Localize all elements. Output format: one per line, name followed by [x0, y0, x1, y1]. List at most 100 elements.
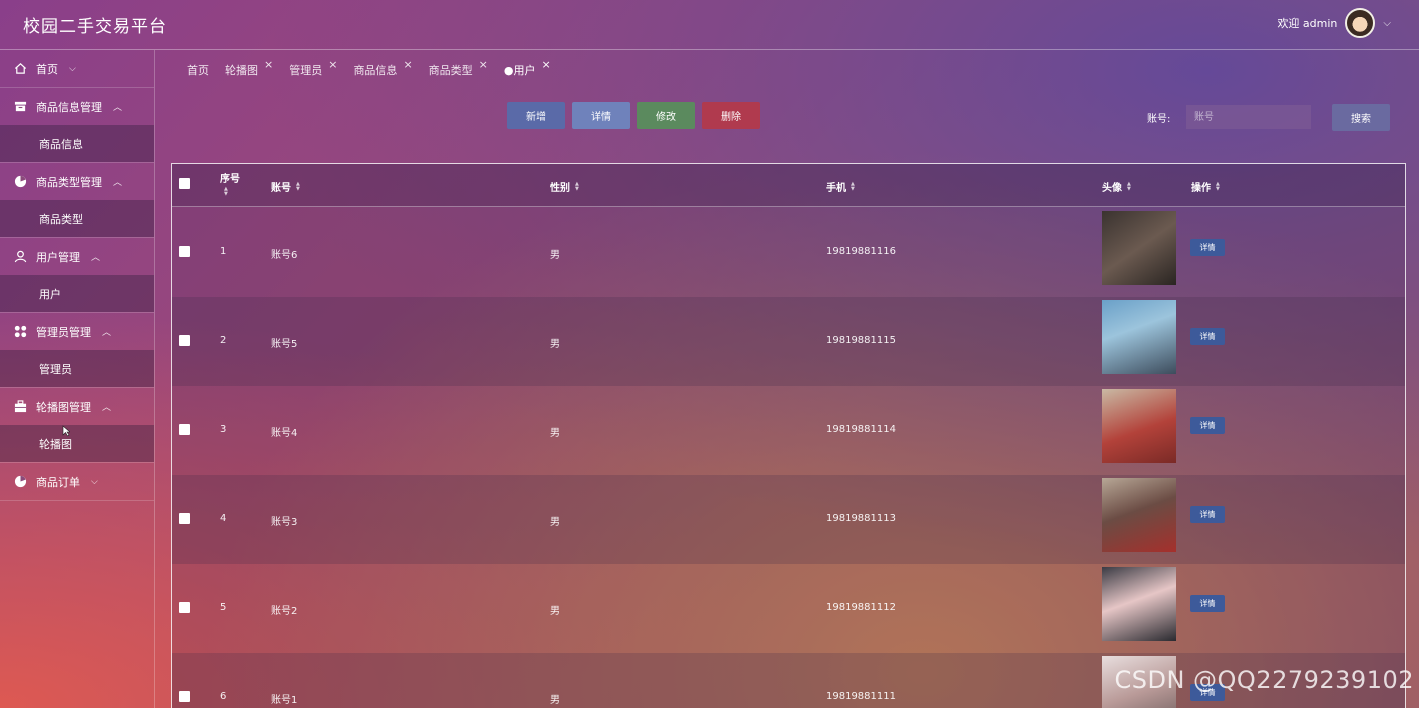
column-header-gender[interactable]: 性别 ▲ ▼: [550, 179, 579, 194]
sidebar-subitem-carousel[interactable]: 轮播图: [0, 425, 154, 462]
sidebar-item-carousel-mgmt[interactable]: 轮播图管理 ︿: [0, 388, 154, 425]
sidebar-subitem-goods-type[interactable]: 商品类型: [0, 200, 154, 237]
table-row[interactable]: 1 账号6 男 19819881116 详情: [172, 208, 1405, 297]
row-detail-button[interactable]: 详情: [1190, 595, 1225, 612]
cell-index: 6: [220, 691, 227, 702]
cell-gender: 男: [550, 606, 560, 617]
menu-group-home: 首页 ⌵: [0, 50, 154, 88]
chevron-down-icon: ⌵: [91, 476, 98, 487]
column-header-avatar[interactable]: 头像 ▲ ▼: [1102, 179, 1131, 194]
tab-home[interactable]: 首页: [187, 62, 209, 78]
sidebar: 首页 ⌵ 商品信息管理 ︿ 商品信息 商品类型管理 ︿ 商品类型 用户管理 ︿ …: [0, 50, 155, 708]
column-header-account[interactable]: 账号 ▲ ▼: [271, 179, 300, 194]
sort-icon[interactable]: ▲ ▼: [224, 187, 228, 197]
cell-phone: 19819881113: [826, 513, 896, 524]
cell-gender: 男: [550, 428, 560, 439]
sort-icon[interactable]: ▲ ▼: [296, 181, 300, 192]
sidebar-item-home[interactable]: 首页 ⌵: [0, 50, 154, 87]
avatar-photo: [1102, 478, 1176, 552]
menu-group-carousel: 轮播图管理 ︿ 轮播图: [0, 388, 154, 463]
sidebar-item-label: 管理员管理: [36, 325, 91, 339]
cell-account: 账号2: [271, 606, 298, 617]
sidebar-item-goods-info-mgmt[interactable]: 商品信息管理 ︿: [0, 88, 154, 125]
sidebar-item-label: 用户管理: [36, 250, 80, 264]
row-detail-button[interactable]: 详情: [1190, 328, 1225, 345]
account-search-input[interactable]: [1186, 105, 1311, 129]
tab-goods-type[interactable]: 商品类型 ×: [429, 58, 488, 78]
chevron-down-icon: ⌵: [69, 63, 76, 74]
table-row[interactable]: 5 账号2 男 19819881112 详情: [172, 564, 1405, 653]
close-icon[interactable]: ×: [403, 58, 412, 71]
row-checkbox[interactable]: [179, 513, 190, 524]
sort-icon[interactable]: ▲ ▼: [575, 181, 579, 192]
table-row[interactable]: 2 账号5 男 19819881115 详情: [172, 297, 1405, 386]
edit-button[interactable]: 修改: [637, 102, 695, 129]
close-icon[interactable]: ×: [328, 58, 337, 71]
row-detail-button[interactable]: 详情: [1190, 506, 1225, 523]
chevron-up-icon: ︿: [113, 178, 123, 188]
sidebar-subitem-admin[interactable]: 管理员: [0, 350, 154, 387]
column-header-phone[interactable]: 手机 ▲ ▼: [826, 179, 855, 194]
sidebar-item-admin-mgmt[interactable]: 管理员管理 ︿: [0, 313, 154, 350]
user-menu[interactable]: 欢迎 admin ⌵: [1277, 8, 1391, 38]
grid-icon: [14, 325, 27, 338]
row-checkbox[interactable]: [179, 691, 190, 702]
cell-index: 1: [220, 246, 227, 257]
detail-button[interactable]: 详情: [572, 102, 630, 129]
cell-phone: 19819881115: [826, 335, 896, 346]
row-detail-button[interactable]: 详情: [1190, 239, 1225, 256]
sort-icon[interactable]: ▲ ▼: [1216, 181, 1220, 192]
table-row[interactable]: 4 账号3 男 19819881113 详情: [172, 475, 1405, 564]
cell-index: 2: [220, 335, 227, 346]
delete-button[interactable]: 删除: [702, 102, 760, 129]
row-checkbox[interactable]: [179, 424, 190, 435]
row-checkbox[interactable]: [179, 335, 190, 346]
sidebar-item-user-mgmt[interactable]: 用户管理 ︿: [0, 238, 154, 275]
table-row[interactable]: 3 账号4 男 19819881114 详情: [172, 386, 1405, 475]
search-button[interactable]: 搜索: [1332, 104, 1390, 131]
tab-goods-info[interactable]: 商品信息 ×: [353, 58, 412, 78]
close-icon[interactable]: ×: [479, 58, 488, 71]
sidebar-item-label: 商品信息管理: [36, 100, 102, 114]
cell-gender: 男: [550, 250, 560, 261]
sidebar-subitem-goods-info[interactable]: 商品信息: [0, 125, 154, 162]
row-checkbox[interactable]: [179, 602, 190, 613]
app-title: 校园二手交易平台: [23, 17, 167, 37]
tab-carousel[interactable]: 轮播图 ×: [225, 58, 273, 78]
chevron-up-icon: ︿: [102, 328, 112, 338]
column-header-index[interactable]: 序号 ▲ ▼: [220, 170, 240, 197]
sidebar-item-goods-type-mgmt[interactable]: 商品类型管理 ︿: [0, 163, 154, 200]
row-checkbox[interactable]: [179, 246, 190, 257]
top-header: 校园二手交易平台 欢迎 admin ⌵: [0, 0, 1419, 50]
avatar-photo: [1102, 300, 1176, 374]
cell-gender: 男: [550, 517, 560, 528]
cell-gender: 男: [550, 695, 560, 706]
tab-user[interactable]: ●用户 ×: [504, 58, 551, 78]
menu-group-orders: 商品订单 ⌵: [0, 463, 154, 501]
column-header-actions[interactable]: 操作 ▲ ▼: [1191, 179, 1220, 194]
sidebar-item-orders[interactable]: 商品订单 ⌵: [0, 463, 154, 500]
home-icon: [14, 63, 27, 74]
avatar-photo: [1102, 211, 1176, 285]
sort-icon[interactable]: ▲ ▼: [851, 181, 855, 192]
close-icon[interactable]: ×: [541, 58, 550, 71]
inbox-icon: [14, 101, 27, 112]
select-all-checkbox[interactable]: [179, 178, 190, 189]
cell-account: 账号6: [271, 250, 298, 261]
close-icon[interactable]: ×: [264, 58, 273, 71]
cell-account: 账号1: [271, 695, 298, 706]
add-button[interactable]: 新增: [507, 102, 565, 129]
cell-account: 账号3: [271, 517, 298, 528]
tab-admin[interactable]: 管理员 ×: [289, 58, 337, 78]
sidebar-item-label: 轮播图管理: [36, 400, 91, 414]
sort-icon[interactable]: ▲ ▼: [1127, 181, 1131, 192]
cell-index: 5: [220, 602, 227, 613]
chevron-up-icon: ︿: [113, 103, 123, 113]
chevron-down-icon[interactable]: ⌵: [1383, 18, 1391, 29]
chevron-up-icon: ︿: [91, 253, 101, 263]
row-detail-button[interactable]: 详情: [1190, 417, 1225, 434]
menu-group-admin: 管理员管理 ︿ 管理员: [0, 313, 154, 388]
avatar[interactable]: [1345, 8, 1376, 38]
pie-chart-icon: [14, 175, 27, 188]
sidebar-subitem-user[interactable]: 用户: [0, 275, 154, 312]
